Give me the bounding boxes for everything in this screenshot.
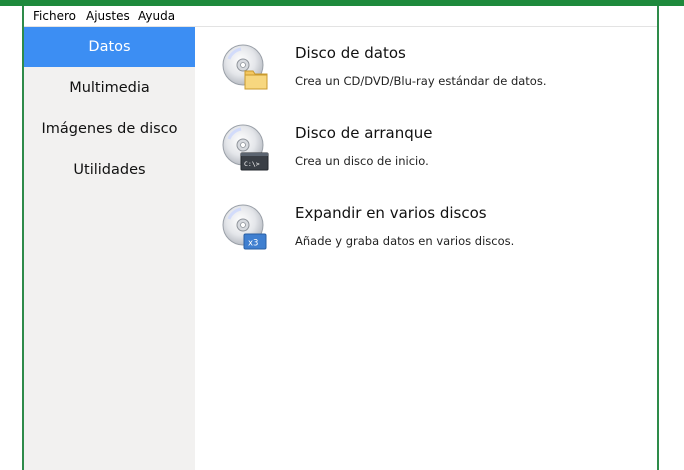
disc-folder-icon [222, 44, 268, 90]
sidebar-item-imagenes-de-disco[interactable]: Imágenes de disco [24, 109, 195, 149]
option-disco-de-arranque[interactable]: C:\> Disco de arranque Crea un disco de … [195, 107, 657, 177]
disc-multiple-icon: x3 [222, 204, 267, 250]
menu-bar: Fichero Ajustes Ayuda [24, 6, 657, 27]
option-description: Crea un CD/DVD/Blu-ray estándar de datos… [295, 74, 547, 88]
sidebar: Datos Multimedia Imágenes de disco Utili… [24, 27, 195, 470]
option-description: Añade y graba datos en varios discos. [295, 234, 515, 248]
option-expandir-en-varios-discos[interactable]: x3 Expandir en varios discos Añade y gra… [195, 187, 657, 257]
menu-ayuda[interactable]: Ayuda [138, 8, 175, 24]
option-description: Crea un disco de inicio. [295, 154, 429, 168]
disc-terminal-icon: C:\> [222, 124, 269, 171]
option-title: Disco de arranque [295, 124, 433, 142]
sidebar-item-utilidades[interactable]: Utilidades [24, 150, 195, 190]
terminal-badge: C:\> [244, 160, 260, 168]
option-disco-de-datos[interactable]: Disco de datos Crea un CD/DVD/Blu-ray es… [195, 27, 657, 97]
option-title: Disco de datos [295, 44, 406, 62]
menu-ajustes[interactable]: Ajustes [86, 8, 130, 24]
app-window: Fichero Ajustes Ayuda Datos Multimedia I… [0, 0, 684, 470]
main-content: Disco de datos Crea un CD/DVD/Blu-ray es… [195, 27, 657, 470]
option-title: Expandir en varios discos [295, 204, 487, 222]
menu-fichero[interactable]: Fichero [33, 8, 76, 24]
sidebar-item-datos[interactable]: Datos [24, 27, 195, 67]
multiplier-badge: x3 [248, 239, 258, 249]
sidebar-item-multimedia[interactable]: Multimedia [24, 68, 195, 108]
window-frame-right [657, 6, 659, 470]
